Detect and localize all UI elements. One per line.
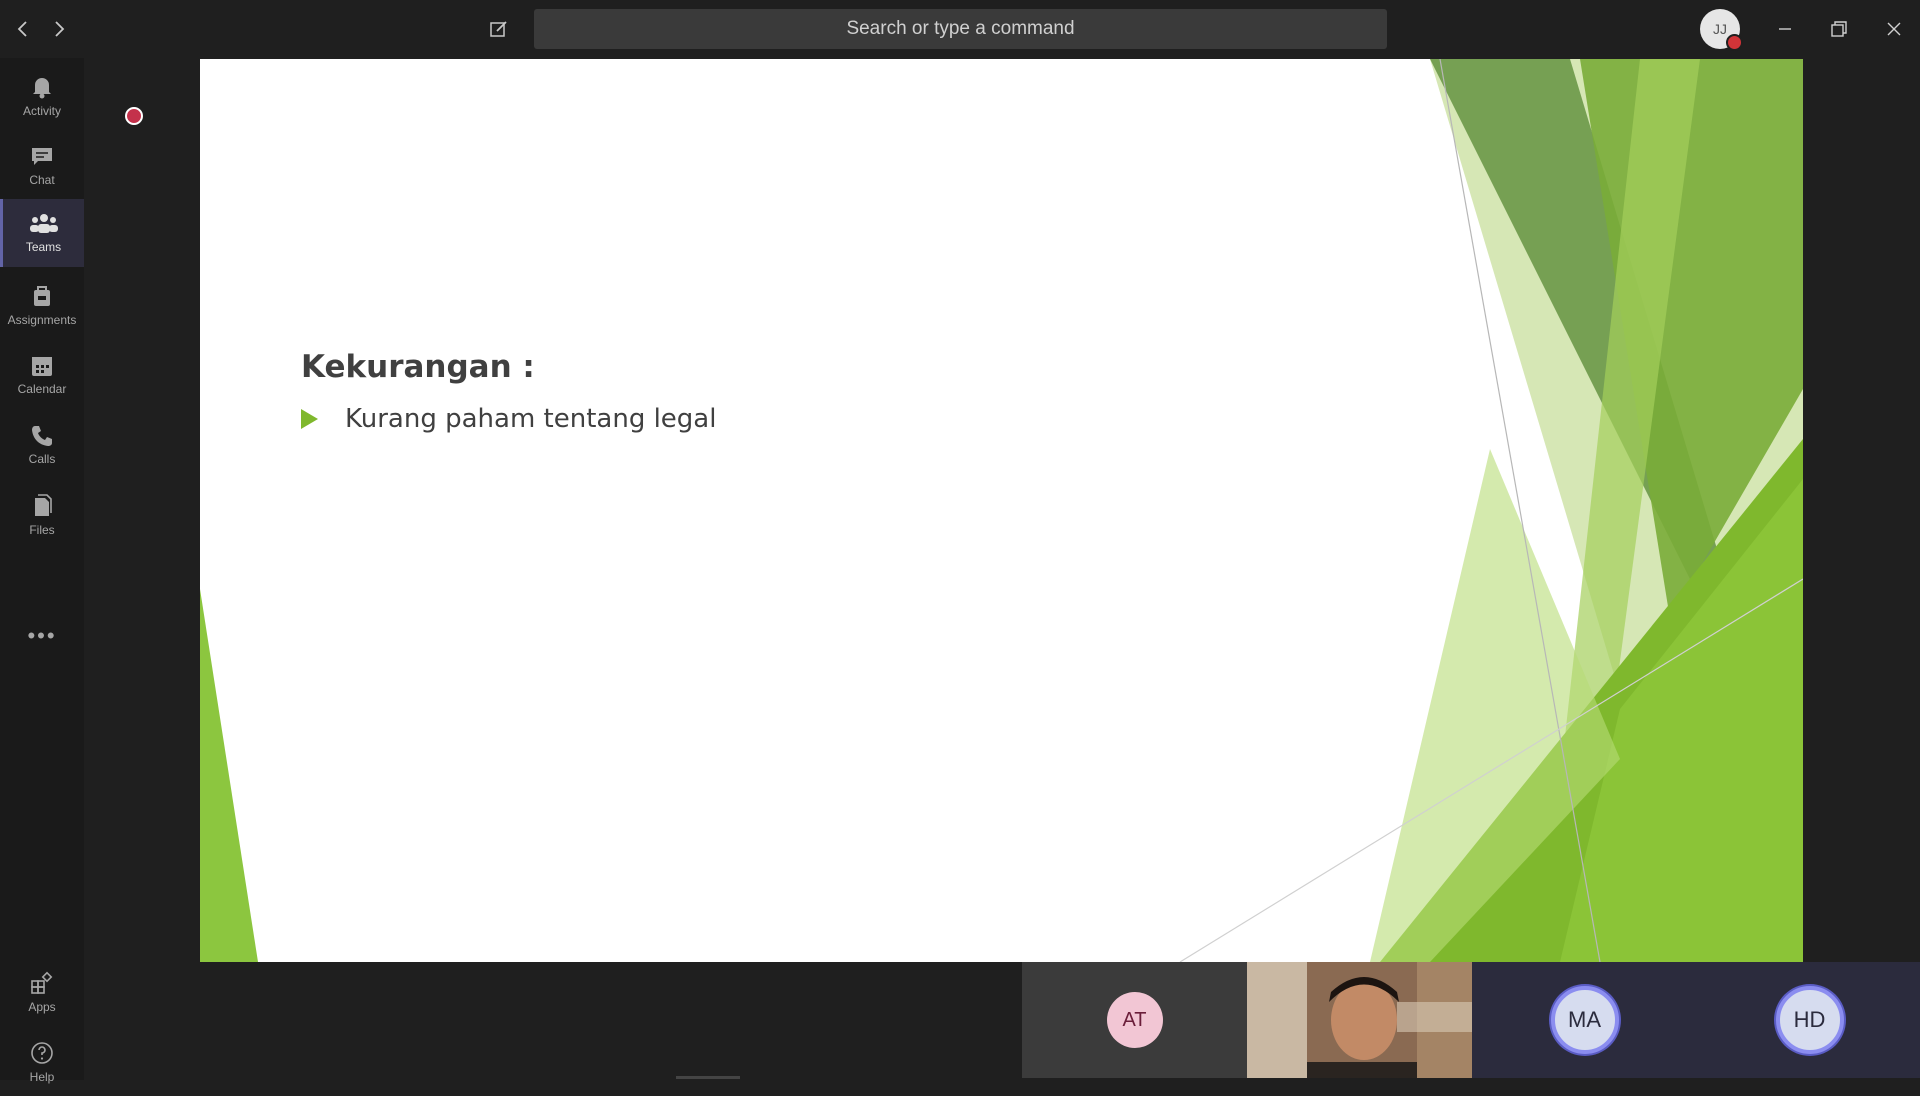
recording-indicator <box>125 107 143 125</box>
rail-item-chat[interactable]: Chat <box>0 132 84 200</box>
rail-label-help: Help <box>29 1069 55 1084</box>
close-button[interactable] <box>1872 10 1916 48</box>
scroll-indicator[interactable] <box>676 1076 740 1079</box>
search-input[interactable]: Search or type a command <box>534 9 1387 49</box>
rail-label-chat: Chat <box>29 172 55 187</box>
rail-item-files[interactable]: Files <box>0 481 84 549</box>
phone-icon <box>32 425 52 446</box>
close-icon <box>1887 22 1901 36</box>
rail-label-apps: Apps <box>28 999 56 1014</box>
rail-item-apps[interactable]: Apps <box>0 958 84 1026</box>
forward-button[interactable] <box>44 14 74 44</box>
rail-label-calendar: Calendar <box>17 381 67 396</box>
rail-item-teams[interactable]: Teams <box>0 199 84 267</box>
teams-icon <box>29 213 58 233</box>
user-initials: JJ <box>1713 21 1727 37</box>
chevron-left-icon <box>17 21 27 37</box>
new-chat-button[interactable] <box>484 14 514 44</box>
participant-avatar: HD <box>1775 986 1844 1054</box>
rail-label-teams: Teams <box>25 239 62 254</box>
chat-icon <box>32 147 52 165</box>
user-avatar[interactable]: JJ <box>1700 9 1743 51</box>
participant-avatar: AT <box>1106 992 1163 1048</box>
rail-label-calls: Calls <box>28 451 56 466</box>
rail-item-help[interactable]: Help <box>0 1028 84 1096</box>
help-icon <box>31 1041 53 1064</box>
slide-title: Kekurangan : <box>301 349 535 385</box>
restore-icon <box>1831 21 1847 37</box>
presence-status-badge <box>1726 34 1743 51</box>
restore-button[interactable] <box>1817 10 1861 48</box>
chevron-right-icon <box>55 21 65 37</box>
participant-video-tile[interactable] <box>1247 962 1472 1078</box>
bell-icon <box>33 77 51 98</box>
calendar-icon <box>32 356 52 376</box>
apps-icon <box>31 971 53 994</box>
participant-tile-at[interactable]: AT <box>1022 962 1247 1078</box>
participant-tile-hd[interactable]: HD <box>1697 962 1920 1078</box>
search-placeholder: Search or type a command <box>846 18 1075 39</box>
rail-item-assignments[interactable]: Assignments <box>0 271 84 339</box>
rail-item-calendar[interactable]: Calendar <box>0 341 84 409</box>
participant-video <box>1247 962 1472 1078</box>
participant-avatar: MA <box>1550 986 1619 1054</box>
shared-slide: Kekurangan : Kurang paham tentang legal <box>200 59 1803 962</box>
minimize-icon <box>1779 28 1791 30</box>
slide-decoration <box>200 59 1803 962</box>
bullet-arrow-icon <box>301 409 318 429</box>
compose-icon <box>490 21 507 37</box>
slide-bullet-item: Kurang paham tentang legal <box>301 404 716 434</box>
app-rail: Activity Chat Teams Assignments Calendar… <box>0 58 84 1084</box>
title-bar: Search or type a command JJ <box>0 0 1920 58</box>
rail-label-activity: Activity <box>22 103 61 118</box>
rail-item-calls[interactable]: Calls <box>0 411 84 479</box>
assignments-icon <box>34 285 50 306</box>
back-button[interactable] <box>8 14 38 44</box>
slide-bullet-text: Kurang paham tentang legal <box>345 404 717 434</box>
rail-item-activity[interactable]: Activity <box>0 62 84 130</box>
rail-label-files: Files <box>29 522 55 537</box>
rail-label-assignments: Assignments <box>7 312 77 327</box>
participant-tile-ma[interactable]: MA <box>1472 962 1697 1078</box>
more-apps-button[interactable]: ••• <box>0 623 84 649</box>
files-icon <box>35 493 52 516</box>
minimize-button[interactable] <box>1763 10 1807 48</box>
